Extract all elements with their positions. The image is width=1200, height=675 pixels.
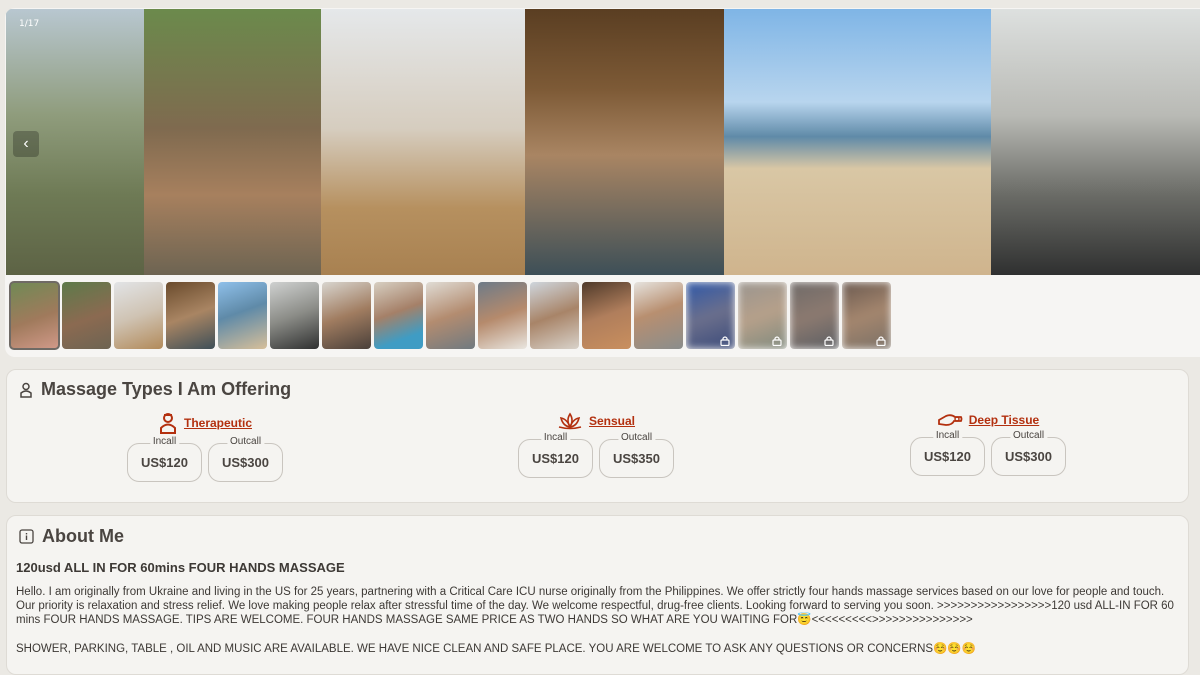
therapist-icon — [159, 413, 176, 434]
locked-thumbnail[interactable] — [738, 282, 787, 349]
outcall-label: Outcall — [1009, 430, 1048, 441]
locked-thumbnail[interactable] — [842, 282, 891, 349]
massage-type-sensual: Sensual Incall US$120 Outcall US$350 — [518, 412, 674, 478]
thumbnail[interactable] — [530, 282, 579, 349]
thumbnail[interactable] — [322, 282, 371, 349]
massage-types-title: Massage Types I Am Offering — [41, 379, 292, 399]
incall-label: Incall — [540, 432, 571, 443]
incall-value: US$120 — [141, 455, 188, 470]
locked-thumbnail[interactable] — [686, 282, 735, 349]
outcall-price: Outcall US$300 — [991, 430, 1066, 476]
outcall-value: US$300 — [1005, 449, 1052, 464]
gallery-photo[interactable] — [991, 9, 1200, 275]
locked-thumbnail[interactable] — [790, 282, 839, 349]
massage-type-therapeutic: Therapeutic Incall US$120 Outcall US$300 — [127, 412, 283, 482]
incall-price: Incall US$120 — [518, 432, 593, 478]
previous-photo-button[interactable]: ‹ — [13, 131, 39, 157]
outcall-label: Outcall — [617, 432, 656, 443]
about-me-card: About Me 120usd ALL IN FOR 60mins FOUR H… — [6, 515, 1189, 675]
chevron-left-icon: ‹ — [23, 135, 29, 152]
photo-counter: 1/17 — [19, 19, 40, 29]
thumbnail[interactable] — [582, 282, 631, 349]
thumbnail[interactable] — [374, 282, 423, 349]
lock-icon — [720, 333, 730, 347]
hand-massage-icon — [937, 414, 963, 426]
incall-label: Incall — [932, 430, 963, 441]
thumbnail[interactable] — [9, 281, 60, 350]
incall-price: Incall US$120 — [127, 436, 202, 482]
thumbnail[interactable] — [634, 282, 683, 349]
gallery-photo[interactable] — [321, 9, 525, 275]
massage-types-heading: Massage Types I Am Offering — [19, 379, 291, 400]
massage-type-link-therapeutic[interactable]: Therapeutic — [184, 416, 252, 430]
massage-type-deep-tissue: Deep Tissue Incall US$120 Outcall US$300 — [910, 412, 1066, 476]
outcall-label: Outcall — [226, 436, 265, 447]
outcall-value: US$350 — [613, 451, 660, 466]
incall-value: US$120 — [924, 449, 971, 464]
massage-types-card: Massage Types I Am Offering Therapeutic … — [6, 369, 1189, 503]
gallery-photo[interactable] — [144, 9, 321, 275]
incall-price: Incall US$120 — [910, 430, 985, 476]
outcall-price: Outcall US$350 — [599, 432, 674, 478]
lotus-icon — [558, 412, 582, 430]
massage-type-link-sensual[interactable]: Sensual — [589, 414, 635, 428]
about-paragraph: Hello. I am originally from Ukraine and … — [16, 586, 1174, 626]
lock-icon — [772, 333, 782, 347]
incall-value: US$120 — [532, 451, 579, 466]
lock-icon — [876, 333, 886, 347]
thumbnail[interactable] — [114, 282, 163, 349]
gallery-photo[interactable] — [724, 9, 991, 275]
photo-carousel[interactable] — [6, 9, 1200, 275]
gallery-photo[interactable] — [525, 9, 724, 275]
incall-label: Incall — [149, 436, 180, 447]
about-headline: 120usd ALL IN FOR 60mins FOUR HANDS MASS… — [16, 560, 345, 575]
thumbnail[interactable] — [270, 282, 319, 349]
outcall-price: Outcall US$300 — [208, 436, 283, 482]
thumbnail-strip — [9, 281, 891, 350]
about-amenities: SHOWER, PARKING, TABLE , OIL AND MUSIC A… — [16, 643, 977, 655]
massage-type-link-deep-tissue[interactable]: Deep Tissue — [969, 413, 1039, 427]
thumbnail[interactable] — [166, 282, 215, 349]
outcall-value: US$300 — [222, 455, 269, 470]
lock-icon — [824, 333, 834, 347]
thumbnail[interactable] — [426, 282, 475, 349]
thumbnail[interactable] — [218, 282, 267, 349]
about-me-title: About Me — [42, 526, 124, 546]
info-icon — [19, 529, 34, 544]
thumbnail[interactable] — [62, 282, 111, 349]
thumbnail[interactable] — [478, 282, 527, 349]
about-me-heading: About Me — [19, 526, 124, 547]
masseur-icon — [20, 382, 32, 398]
photo-gallery: 1/17 ‹ — [5, 8, 1200, 357]
